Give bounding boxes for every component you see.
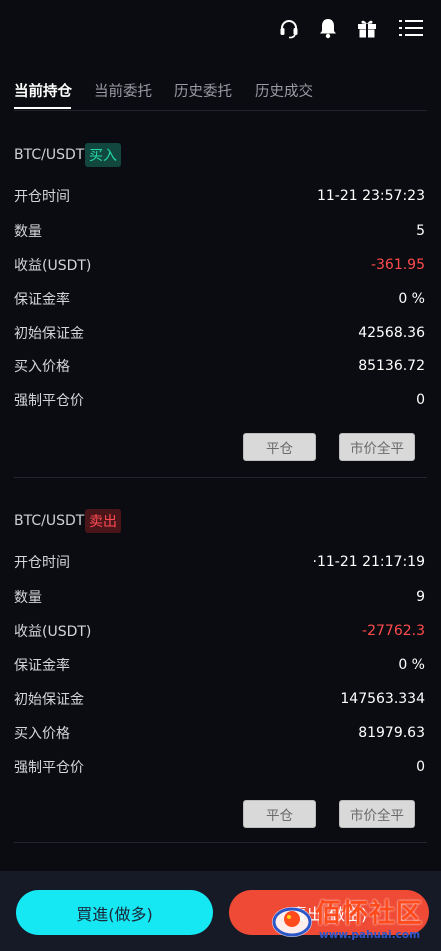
buy-long-button[interactable]: 買進(做多) — [16, 890, 213, 935]
row-value: 11-21 23:57:23 — [316, 188, 425, 204]
row-open-time: 开仓时间 ·11-21 21:17:19 — [14, 552, 427, 576]
row-label: 数量 — [14, 224, 42, 240]
row-value: 42568.36 — [358, 325, 425, 341]
tab-current-positions[interactable]: 当前持仓 — [14, 80, 72, 101]
row-value: -27762.3 — [362, 623, 425, 639]
site-watermark: 佰怀社区 www.pahuai.com — [267, 889, 435, 949]
row-pnl: 收益(USDT) -361.95 — [14, 255, 427, 279]
row-label: 开仓时间 — [14, 189, 70, 205]
row-value: 0 — [416, 392, 425, 408]
row-entry-price: 买入价格 81979.63 — [14, 723, 427, 747]
row-pnl: 收益(USDT) -27762.3 — [14, 621, 427, 645]
active-tab-indicator — [14, 107, 71, 109]
row-label: 初始保证金 — [14, 692, 84, 708]
order-tabs: 当前持仓 当前委托 历史委托 历史成交 — [14, 78, 427, 111]
row-label: 数量 — [14, 590, 42, 606]
watermark-text: 佰怀社区 — [315, 899, 424, 929]
row-margin-ratio: 保证金率 0 % — [14, 655, 427, 679]
row-label: 保证金率 — [14, 658, 70, 674]
row-label: 买入价格 — [14, 726, 70, 742]
row-quantity: 数量 9 — [14, 587, 427, 611]
row-value: 147563.334 — [340, 691, 425, 707]
close-position-button[interactable]: 平仓 — [243, 433, 316, 461]
pair-label: BTC/USDT — [14, 147, 85, 163]
row-label: 收益(USDT) — [14, 624, 92, 640]
row-value: 81979.63 — [358, 725, 425, 741]
watermark-url: www.pahuai.com — [319, 929, 421, 941]
tab-current-orders[interactable]: 当前委托 — [94, 80, 152, 101]
row-label: 保证金率 — [14, 292, 70, 308]
row-value: 9 — [416, 589, 425, 605]
top-bar — [0, 0, 441, 58]
row-value: 0 % — [398, 291, 425, 307]
tab-order-history[interactable]: 历史委托 — [174, 80, 232, 101]
row-label: 初始保证金 — [14, 326, 84, 342]
row-value: 5 — [416, 223, 425, 239]
row-value: -361.95 — [370, 257, 425, 273]
row-value: 0 % — [398, 657, 425, 673]
row-initial-margin: 初始保证金 42568.36 — [14, 323, 427, 347]
card-divider — [14, 477, 427, 478]
row-label: 强制平仓价 — [14, 760, 84, 776]
row-label: 开仓时间 — [14, 555, 70, 571]
headset-icon[interactable] — [275, 14, 303, 42]
market-close-all-button[interactable]: 市价全平 — [339, 800, 415, 828]
row-quantity: 数量 5 — [14, 221, 427, 245]
row-margin-ratio: 保证金率 0 % — [14, 289, 427, 313]
row-label: 买入价格 — [14, 359, 70, 375]
row-initial-margin: 初始保证金 147563.334 — [14, 689, 427, 713]
row-open-time: 开仓时间 11-21 23:57:23 — [14, 186, 427, 210]
row-value: ·11-21 21:17:19 — [312, 554, 425, 570]
menu-icon[interactable] — [397, 14, 425, 42]
gift-icon[interactable] — [353, 14, 381, 42]
pair-label: BTC/USDT — [14, 513, 85, 529]
row-value: 85136.72 — [358, 358, 425, 374]
row-entry-price: 买入价格 85136.72 — [14, 356, 427, 380]
row-label: 强制平仓价 — [14, 393, 84, 409]
row-liquidation-price: 强制平仓价 0 — [14, 390, 427, 414]
bell-icon[interactable] — [314, 14, 342, 42]
card-divider — [14, 842, 427, 843]
side-badge-sell: 卖出 — [85, 509, 121, 533]
row-label: 收益(USDT) — [14, 258, 92, 274]
bottom-action-bar: 買進(做多) 賣出(做空) 佰怀社区 www.pahuai.com — [0, 871, 441, 951]
side-badge-buy: 买入 — [85, 143, 121, 167]
market-close-all-button[interactable]: 市价全平 — [339, 433, 415, 461]
row-value: 0 — [416, 759, 425, 775]
row-liquidation-price: 强制平仓价 0 — [14, 757, 427, 781]
close-position-button[interactable]: 平仓 — [243, 800, 316, 828]
tab-trade-history[interactable]: 历史成交 — [255, 80, 313, 101]
watermark-logo-icon — [272, 907, 312, 937]
